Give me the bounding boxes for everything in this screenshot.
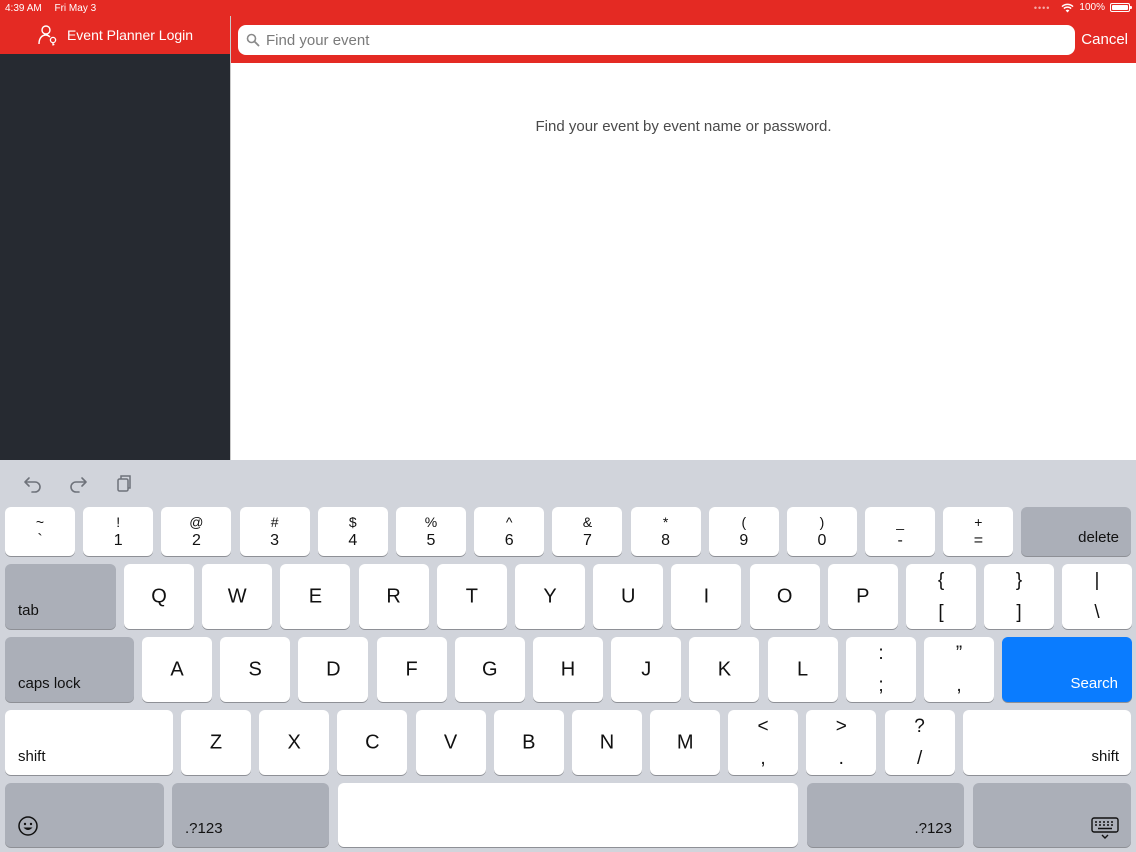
space-key[interactable] [338,783,798,847]
shift-right-key[interactable]: shift [963,710,1131,775]
key-u[interactable]: U [593,564,664,629]
numbers-left-key[interactable]: .?123 [172,783,329,847]
status-date: Fri May 3 [54,3,97,14]
key-b[interactable]: B [493,710,564,775]
paste-icon[interactable] [113,473,133,493]
tab-key[interactable]: tab [5,564,116,629]
undo-icon[interactable] [23,473,43,493]
key-i[interactable]: I [671,564,742,629]
redo-icon[interactable] [68,473,88,493]
key-w[interactable]: W [202,564,273,629]
keyboard-dismiss-icon [1091,817,1119,839]
hide-keyboard-key[interactable] [973,783,1131,847]
key-q[interactable]: Q [124,564,194,629]
shift-left-key[interactable]: shift [5,710,173,775]
key-6[interactable]: ^ 6 [474,507,545,556]
key-a[interactable]: A [142,637,212,702]
key-9[interactable]: (9 [708,507,779,556]
battery-icon [1110,3,1132,12]
search-icon [246,33,260,47]
key-d[interactable]: D [298,637,369,702]
key-m[interactable]: M [650,710,721,775]
multitasking-dots-icon: •••• [1033,2,1051,13]
search-key[interactable]: Search [1002,637,1132,702]
key-sym-r3-0[interactable]: :; [846,637,916,702]
search-input[interactable] [264,30,1048,50]
key-l[interactable]: L [767,637,838,702]
key-t[interactable]: T [436,564,507,629]
emoji-key[interactable] [5,783,164,847]
key-0[interactable]: ) 0 [787,507,857,556]
key-k[interactable]: K [689,637,760,702]
key-`[interactable]: ~ ` [5,507,75,556]
key-sym-r4-1[interactable]: >. [806,710,877,775]
delete-key[interactable]: delete [1021,507,1131,556]
key-x[interactable]: X [259,710,330,775]
key-z[interactable]: Z [181,710,251,775]
battery-fill [1112,5,1128,10]
key-y[interactable]: Y [515,564,585,629]
cancel-button[interactable]: Cancel [1081,31,1128,48]
key-n[interactable]: N [572,710,642,775]
key-f[interactable]: F [376,637,447,702]
status-time: 4:39 AM [5,3,42,14]
key-s[interactable]: S [220,637,291,702]
key-e[interactable]: E [280,564,351,629]
emoji-icon [18,816,38,836]
sidebar-title: Event Planner Login [66,27,194,43]
key-j[interactable]: J [611,637,682,702]
on-screen-keyboard: ~ `! 1 @2 #3 $4% 5 ^ 6 & 7 * 8(9) 0 _ - + = delete tab Q W E R T… [0,460,1136,852]
user-key-icon [38,25,57,46]
key-r[interactable]: R [358,564,429,629]
key-7[interactable]: & 7 [552,507,623,556]
key-8[interactable]: * 8 [630,507,701,556]
key-c[interactable]: C [337,710,408,775]
key-1[interactable]: ! 1 [83,507,154,556]
key-sym-1[interactable]: }] [984,564,1054,629]
numbers-right-key[interactable]: .?123 [807,783,964,847]
key-g[interactable]: G [454,637,525,702]
search-hint-text: Find your event by event name or passwor… [535,118,832,135]
battery-percent: 100% [1079,2,1105,13]
key-sym-r4-2[interactable]: ? / [884,710,955,775]
key-5[interactable]: % 5 [396,507,466,556]
key-sym-2[interactable]: | \ [1062,564,1132,629]
event-planner-login-button[interactable]: Event Planner Login [0,16,230,54]
key-2[interactable]: @2 [161,507,232,556]
caps-lock-key[interactable]: caps lock [5,637,134,702]
wifi-icon [1061,3,1074,12]
key-h[interactable]: H [533,637,603,702]
key-o[interactable]: O [749,564,820,629]
key-=[interactable]: + = [943,507,1014,556]
sidebar: Event Planner Login [0,0,230,460]
pane-divider [230,0,231,460]
search-field[interactable] [238,25,1075,55]
key-sym-0[interactable]: {[ [906,564,976,629]
search-bar: Cancel [231,16,1136,63]
key--[interactable]: _ - [865,507,936,556]
key-sym-r4-0[interactable]: <, [728,710,798,775]
key-sym-r3-1[interactable]: ”, [924,637,994,702]
key-4[interactable]: $4 [317,507,388,556]
key-v[interactable]: V [415,710,486,775]
status-bar: 4:39 AM Fri May 3 •••• 100% [0,0,1136,16]
key-p[interactable]: P [827,564,898,629]
key-3[interactable]: #3 [239,507,310,556]
